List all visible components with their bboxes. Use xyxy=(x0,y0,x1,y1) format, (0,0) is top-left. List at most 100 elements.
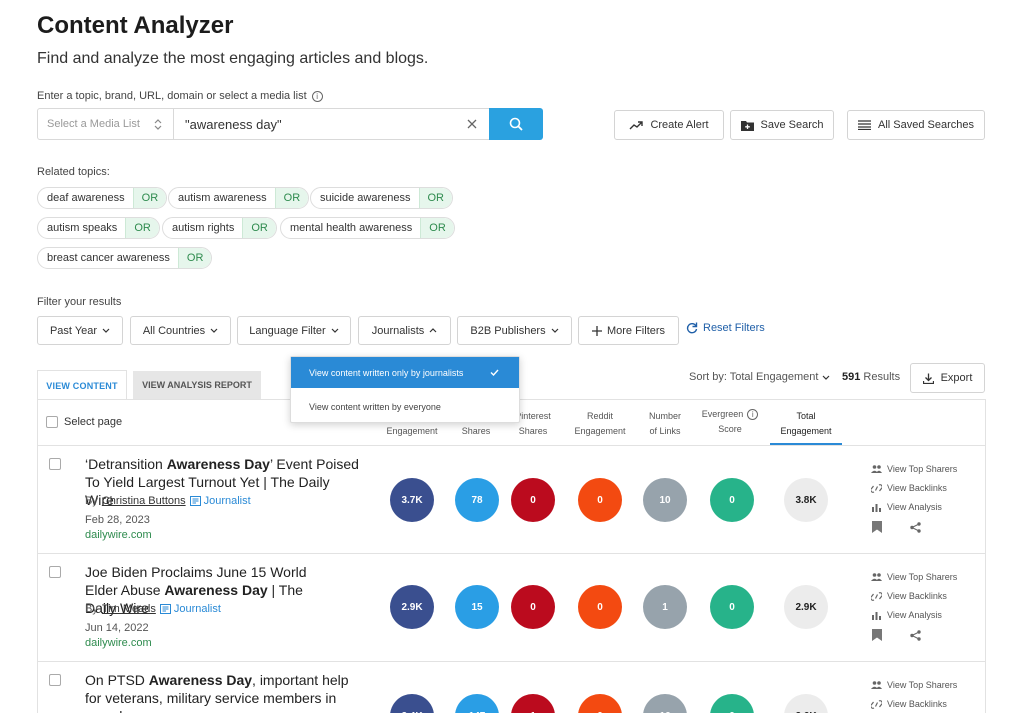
all-saved-searches-button[interactable]: All Saved Searches xyxy=(847,110,985,140)
domain-link[interactable]: dailywire.com xyxy=(85,529,152,541)
checkmark-icon xyxy=(490,369,499,376)
column-header-evergreen-score[interactable]: Evergreen i Score xyxy=(700,407,760,437)
create-alert-button[interactable]: Create Alert xyxy=(614,110,724,140)
sort-dropdown[interactable]: Sort by: Total Engagement xyxy=(689,371,830,383)
related-topic-chip[interactable]: autism speaks OR xyxy=(37,217,160,239)
author-link[interactable]: Christina Buttons xyxy=(102,495,186,507)
pinterest-circle: 1 xyxy=(511,694,555,713)
view-backlinks-link[interactable]: View Backlinks xyxy=(871,591,947,601)
journalists-filter[interactable]: Journalists xyxy=(358,316,451,345)
related-topic-chip[interactable]: mental health awareness OR xyxy=(280,217,455,239)
row-checkbox[interactable] xyxy=(49,458,61,470)
related-topic-chip[interactable]: deaf awareness OR xyxy=(37,187,168,209)
tab-view-analysis-report[interactable]: VIEW ANALYSIS REPORT xyxy=(133,371,261,399)
chevron-down-icon xyxy=(823,375,830,380)
reddit-circle: 0 xyxy=(578,585,622,629)
save-search-button[interactable]: Save Search xyxy=(730,110,834,140)
more-filters-button[interactable]: More Filters xyxy=(578,316,679,345)
table-row: ‘Detransition Awareness Day’ Event Poise… xyxy=(37,446,986,553)
info-icon[interactable]: i xyxy=(747,409,759,420)
info-icon[interactable]: i xyxy=(311,90,323,102)
share-icon[interactable] xyxy=(910,630,921,641)
search-input[interactable]: "awareness day" xyxy=(173,108,490,140)
view-analysis-link[interactable]: View Analysis xyxy=(871,502,942,512)
pinterest-circle: 0 xyxy=(511,478,555,522)
journalist-icon xyxy=(159,604,171,614)
chevron-up-icon xyxy=(429,328,437,333)
article-title[interactable]: On PTSD Awareness Day, important help fo… xyxy=(85,671,355,713)
publish-date: Jun 14, 2022 xyxy=(85,622,149,634)
clear-icon[interactable] xyxy=(467,119,477,129)
view-top-sharers-link[interactable]: View Top Sharers xyxy=(871,572,957,582)
country-filter[interactable]: All Countries xyxy=(130,316,231,345)
view-top-sharers-link[interactable]: View Top Sharers xyxy=(871,464,957,474)
column-header-reddit-engagement[interactable]: Reddit Engagement xyxy=(570,409,630,439)
journalist-icon xyxy=(189,496,201,506)
reddit-circle: 0 xyxy=(578,478,622,522)
dropdown-option-journalists-only[interactable]: View content written only by journalists xyxy=(291,357,519,388)
select-page-checkbox[interactable] xyxy=(46,416,58,428)
dropdown-option-everyone[interactable]: View content written by everyone xyxy=(309,402,441,412)
date-filter[interactable]: Past Year xyxy=(37,316,123,345)
related-topic-chip[interactable]: autism awareness OR xyxy=(168,187,310,209)
page-title: Content Analyzer xyxy=(37,12,234,39)
engagement-circle: 2.4K xyxy=(390,694,434,713)
engagement-circle: 3.7K xyxy=(390,478,434,522)
view-analysis-link[interactable]: View Analysis xyxy=(871,610,942,620)
tab-view-content[interactable]: VIEW CONTENT xyxy=(37,370,127,400)
or-badge[interactable]: OR xyxy=(242,218,276,238)
users-icon xyxy=(871,465,882,473)
or-badge[interactable]: OR xyxy=(132,188,167,208)
related-topic-chip[interactable]: autism rights OR xyxy=(162,217,277,239)
journalists-dropdown-menu: View content written only by journalists… xyxy=(290,356,520,423)
related-topic-chip[interactable]: suicide awareness OR xyxy=(310,187,453,209)
chevron-down-icon xyxy=(102,328,110,333)
select-page[interactable]: Select page xyxy=(46,416,122,428)
column-header-number-of-links[interactable]: Number of Links xyxy=(640,409,690,439)
row-checkbox[interactable] xyxy=(49,566,61,578)
trend-up-icon xyxy=(629,120,644,129)
column-header-total-engagement[interactable]: Total Engagement xyxy=(770,409,842,445)
or-badge[interactable]: OR xyxy=(177,248,212,268)
reset-filters-button[interactable]: Reset Filters xyxy=(686,322,765,334)
or-badge[interactable]: OR xyxy=(274,188,309,208)
export-button[interactable]: Export xyxy=(910,363,985,393)
view-backlinks-link[interactable]: View Backlinks xyxy=(871,699,947,709)
or-badge[interactable]: OR xyxy=(418,188,452,208)
download-icon xyxy=(922,373,934,384)
view-backlinks-link[interactable]: View Backlinks xyxy=(871,483,947,493)
domain-link[interactable]: dailywire.com xyxy=(85,637,152,649)
search-button[interactable] xyxy=(489,108,543,140)
total-engagement-circle: 2.9K xyxy=(784,585,828,629)
shares-circle: 147 xyxy=(455,694,499,713)
link-icon xyxy=(871,699,882,709)
or-badge[interactable]: OR xyxy=(125,218,159,238)
author-link[interactable]: Tim Meads xyxy=(102,603,156,615)
or-badge[interactable]: OR xyxy=(420,218,454,238)
bar-chart-icon xyxy=(872,503,881,512)
chevron-updown-icon xyxy=(154,118,162,130)
related-topics-label: Related topics: xyxy=(37,166,110,178)
bookmark-icon[interactable] xyxy=(872,629,882,641)
b2b-publishers-filter[interactable]: B2B Publishers xyxy=(457,316,572,345)
link-icon xyxy=(871,483,882,493)
share-icon[interactable] xyxy=(910,522,921,533)
users-icon xyxy=(871,573,882,581)
table-row: Joe Biden Proclaims June 15 World Elder … xyxy=(37,554,986,661)
view-top-sharers-link[interactable]: View Top Sharers xyxy=(871,680,957,690)
row-checkbox[interactable] xyxy=(49,674,61,686)
media-list-select[interactable]: Select a Media List xyxy=(37,108,174,140)
total-engagement-circle: 3.8K xyxy=(784,478,828,522)
table-row: On PTSD Awareness Day, important help fo… xyxy=(37,662,986,713)
chevron-down-icon xyxy=(551,328,559,333)
related-topic-chip[interactable]: breast cancer awareness OR xyxy=(37,247,213,269)
shares-circle: 78 xyxy=(455,478,499,522)
bar-chart-icon xyxy=(872,611,881,620)
chevron-down-icon xyxy=(210,328,218,333)
language-filter[interactable]: Language Filter xyxy=(237,316,351,345)
results-count: 591 Results xyxy=(842,371,901,383)
bookmark-icon[interactable] xyxy=(872,521,882,533)
list-icon xyxy=(858,120,871,130)
chevron-down-icon xyxy=(331,328,339,333)
links-circle: 1 xyxy=(643,585,687,629)
